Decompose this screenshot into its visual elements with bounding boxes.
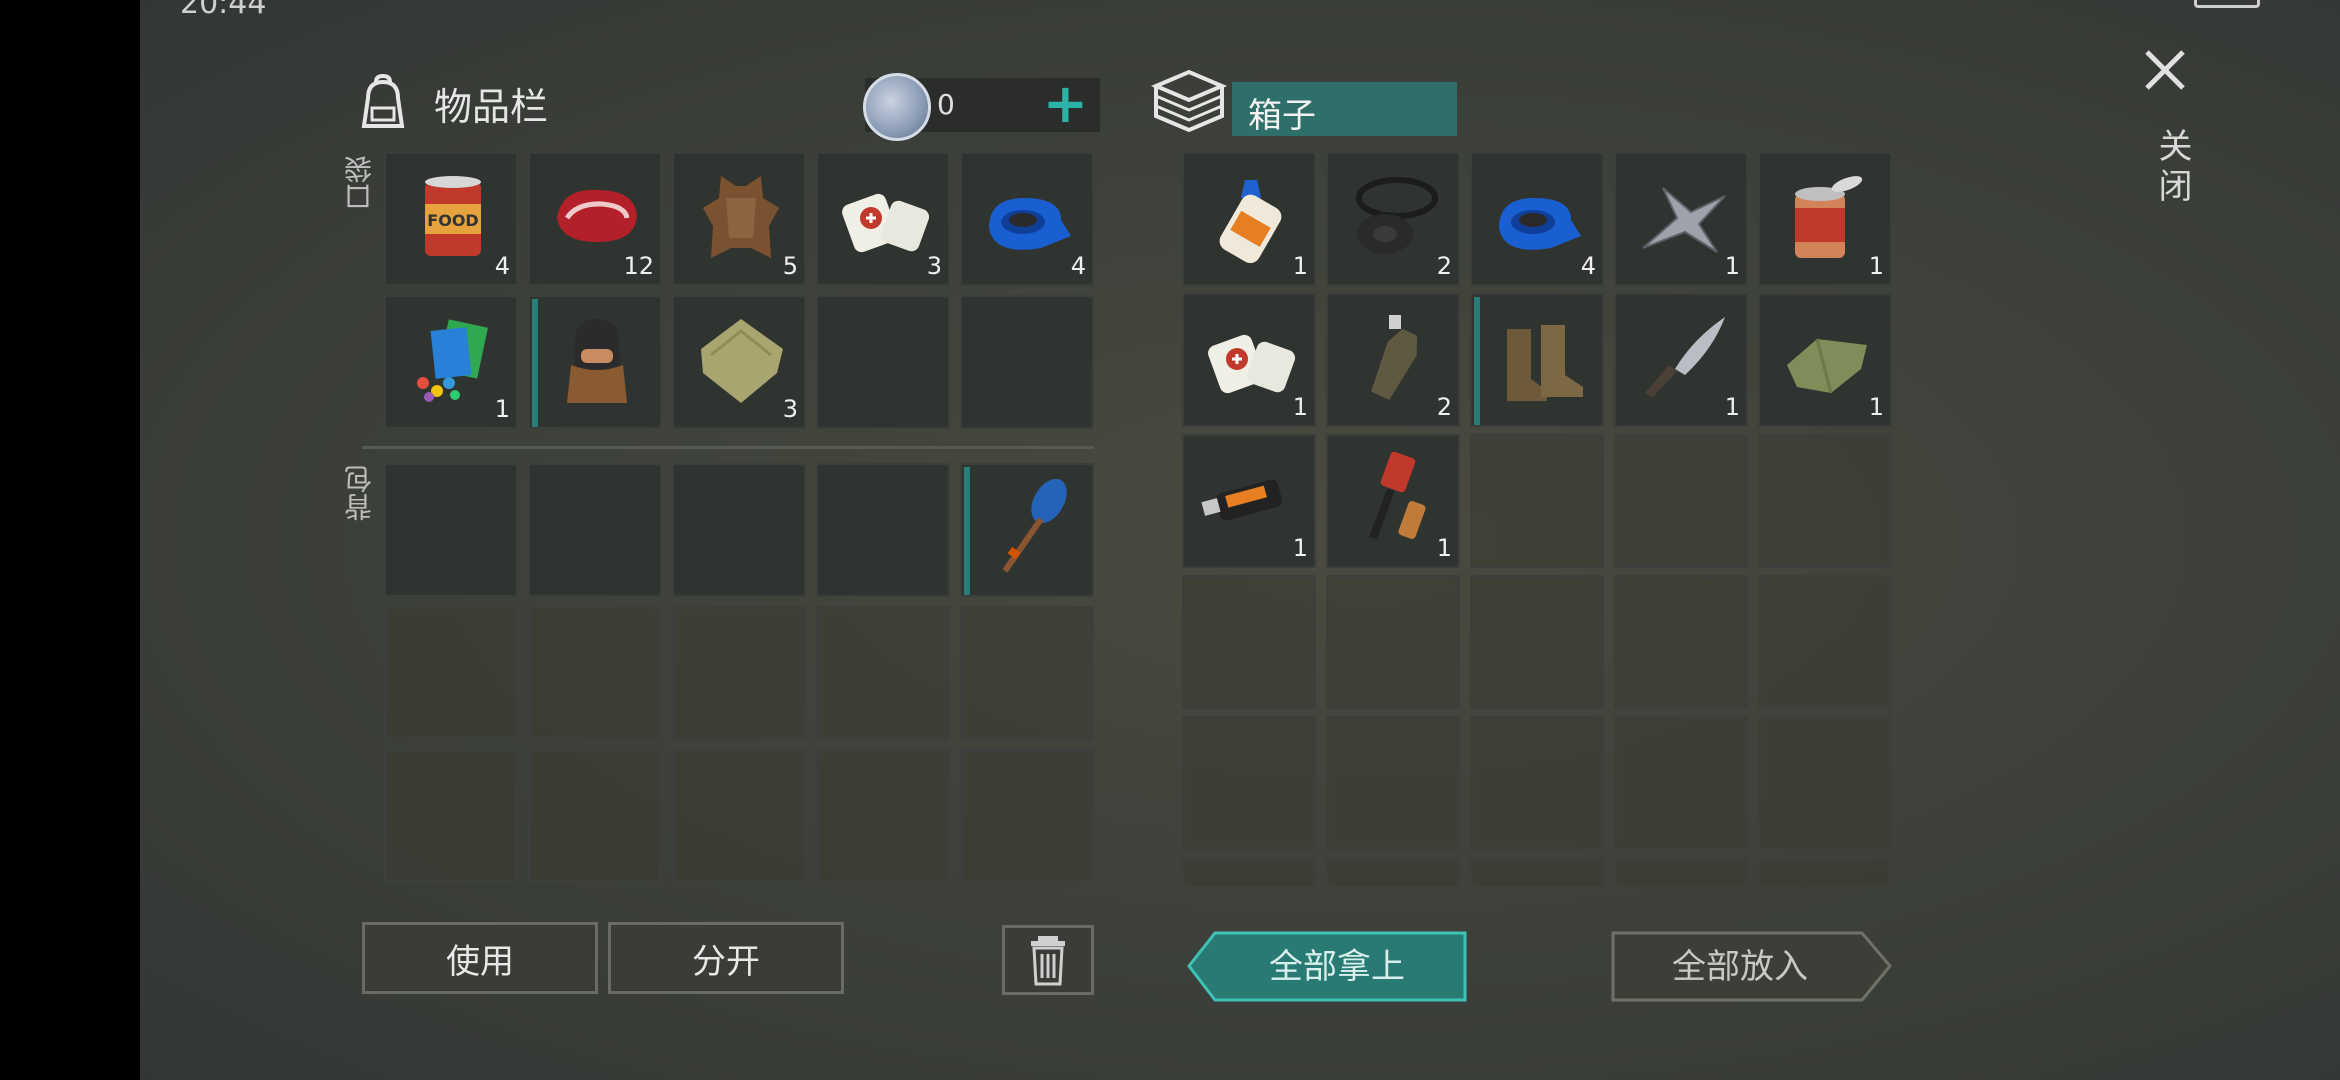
box-slot[interactable] xyxy=(1470,434,1604,568)
boots-icon xyxy=(1507,325,1583,401)
box-slot[interactable] xyxy=(1326,575,1460,709)
box-slot[interactable] xyxy=(1326,857,1460,886)
take-all-button[interactable]: 全部拿上 xyxy=(1185,930,1470,1004)
box-grid: 1 2 4 1 1 1 2 1 1 1 1 xyxy=(140,0,2340,886)
game-screen: 20:44 物品栏 0 + 口袋 背包 FOOD 4 12 5 3 4 1 3 箱子 1241… xyxy=(140,0,2340,1080)
box-slot[interactable] xyxy=(1758,434,1892,568)
put-all-label: 全部放入 xyxy=(1672,947,1808,987)
item-count: 4 xyxy=(1580,252,1596,280)
box-slot[interactable] xyxy=(1470,293,1604,427)
box-slot[interactable] xyxy=(1758,575,1892,709)
take-all-label: 全部拿上 xyxy=(1269,947,1405,987)
close-label[interactable]: 关闭 xyxy=(2148,128,2197,208)
box-slot[interactable]: 1 xyxy=(1326,434,1460,568)
metal-scrap-icon xyxy=(1642,187,1726,253)
rubber-rings-icon xyxy=(1356,177,1438,254)
box-slot[interactable] xyxy=(1614,857,1748,886)
flare-icon xyxy=(1369,451,1426,540)
box-slot[interactable]: 1 xyxy=(1758,293,1892,427)
close-icon[interactable] xyxy=(2135,40,2195,100)
bottle-icon xyxy=(1371,315,1418,400)
box-slot[interactable] xyxy=(1470,575,1604,709)
box-slot[interactable]: 1 xyxy=(1182,434,1316,568)
item-count: 1 xyxy=(1868,393,1884,421)
item-count: 1 xyxy=(1292,534,1308,562)
durability-bar xyxy=(1474,297,1480,425)
box-slot[interactable] xyxy=(1614,434,1748,568)
bandage-icon xyxy=(1208,334,1296,394)
box-slot[interactable]: 2 xyxy=(1326,152,1460,286)
trash-icon xyxy=(1031,936,1065,986)
item-count: 1 xyxy=(1868,252,1884,280)
box-slot[interactable] xyxy=(1182,857,1316,886)
box-slot[interactable]: 2 xyxy=(1326,293,1460,427)
item-count: 2 xyxy=(1436,393,1452,421)
box-slot[interactable] xyxy=(1326,716,1460,850)
box-slot[interactable] xyxy=(1470,716,1604,850)
box-slot[interactable]: 1 xyxy=(1182,152,1316,286)
green-cloth-icon xyxy=(1787,338,1867,394)
box-slot[interactable]: 1 xyxy=(1614,152,1748,286)
box-slot[interactable] xyxy=(1182,716,1316,850)
box-slot[interactable]: 1 xyxy=(1758,152,1892,286)
box-slot[interactable]: 4 xyxy=(1470,152,1604,286)
box-slot[interactable] xyxy=(1758,857,1892,886)
box-slot[interactable] xyxy=(1758,716,1892,850)
use-button[interactable]: 使用 xyxy=(362,922,598,994)
item-count: 1 xyxy=(1436,534,1452,562)
usb-drive-icon xyxy=(1201,479,1283,521)
blue-tape-icon xyxy=(1499,198,1581,250)
item-count: 1 xyxy=(1292,252,1308,280)
split-button[interactable]: 分开 xyxy=(608,922,844,994)
knife-icon xyxy=(1645,317,1725,397)
box-slot[interactable] xyxy=(1614,716,1748,850)
item-count: 1 xyxy=(1724,252,1740,280)
trash-button[interactable] xyxy=(1002,925,1094,995)
put-all-button[interactable]: 全部放入 xyxy=(1610,930,1895,1004)
box-slot[interactable]: 1 xyxy=(1182,293,1316,427)
item-count: 2 xyxy=(1436,252,1452,280)
box-slot[interactable] xyxy=(1614,575,1748,709)
box-slot[interactable] xyxy=(1182,575,1316,709)
item-count: 1 xyxy=(1292,393,1308,421)
box-slot[interactable] xyxy=(1470,857,1604,886)
glue-icon xyxy=(1219,180,1282,264)
open-can-icon xyxy=(1795,176,1863,258)
box-slot[interactable]: 1 xyxy=(1614,293,1748,427)
item-count: 1 xyxy=(1724,393,1740,421)
